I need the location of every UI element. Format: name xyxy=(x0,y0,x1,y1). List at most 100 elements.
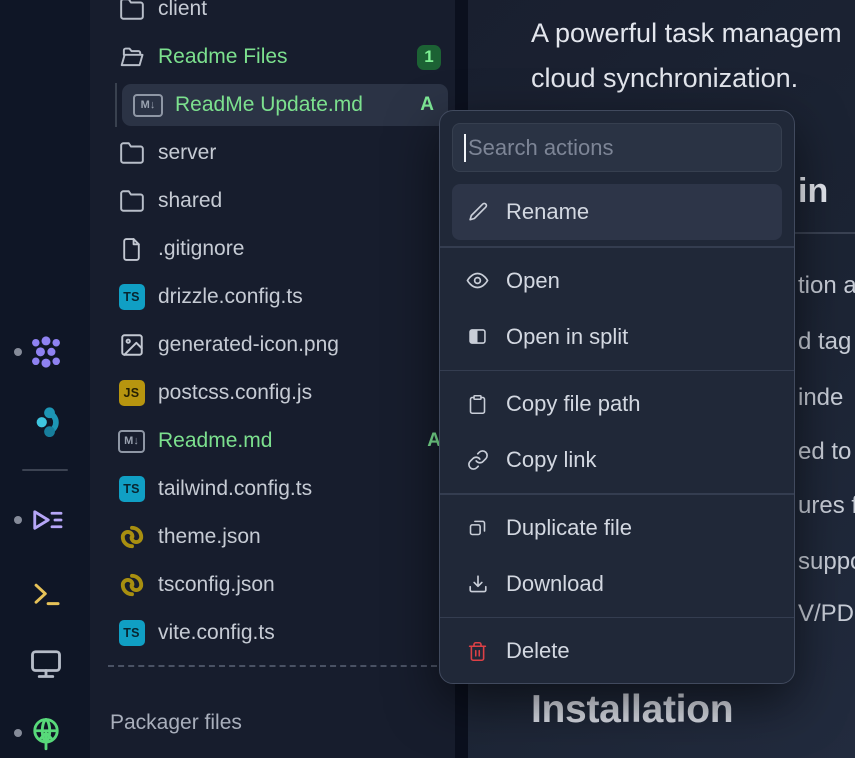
search-actions-input[interactable] xyxy=(453,135,781,161)
selected-file-highlight: M↓ ReadMe Update.md A xyxy=(122,84,448,126)
console-tool-button[interactable] xyxy=(24,498,68,542)
menu-item-open-in-split[interactable]: Open in split xyxy=(452,309,782,365)
shell-icon xyxy=(29,576,63,610)
shell-tool-button[interactable] xyxy=(24,571,68,615)
preview-bullet-fragment: tion a xyxy=(798,272,855,300)
file-name: server xyxy=(158,141,216,165)
tree-item-upm[interactable]: .upm xyxy=(90,745,455,758)
menu-item-label: Download xyxy=(506,571,604,597)
notification-dot xyxy=(14,348,22,356)
tree-item-shared[interactable]: shared xyxy=(90,177,455,225)
preview-bullet-fragment: d tag xyxy=(798,328,851,356)
file-name: ReadMe Update.md xyxy=(175,93,363,117)
preview-heading-rule xyxy=(795,232,855,234)
tree-item-gitignore[interactable]: .gitignore xyxy=(90,225,455,273)
changed-files-count-badge: 1 xyxy=(417,45,441,70)
file-tree-panel: client Readme Files 1 M↓ ReadMe Update.m… xyxy=(90,0,455,758)
globe-deploy-icon xyxy=(28,715,64,751)
console-icon xyxy=(28,502,64,538)
file-name: generated-icon.png xyxy=(158,333,339,357)
menu-item-label: Copy file path xyxy=(506,391,641,417)
javascript-icon: JS xyxy=(118,380,145,407)
file-name: tailwind.config.ts xyxy=(158,477,312,501)
installation-heading: Installation xyxy=(531,688,733,732)
tree-item-theme-json[interactable]: theme.json xyxy=(90,513,455,561)
image-icon xyxy=(118,332,145,359)
menu-item-download[interactable]: Download xyxy=(452,556,782,612)
typescript-icon: TS xyxy=(118,620,145,647)
tree-item-readme-files[interactable]: Readme Files 1 xyxy=(90,33,455,81)
folder-icon xyxy=(118,0,145,23)
menu-item-open[interactable]: Open xyxy=(452,253,782,309)
menu-item-rename[interactable]: Rename xyxy=(452,184,782,240)
monitor-icon xyxy=(28,645,64,681)
rail-divider xyxy=(22,469,68,471)
git-status-badge: A xyxy=(412,94,434,116)
indent-guide xyxy=(115,83,117,127)
agent-icon xyxy=(28,334,64,370)
file-name: Readme Files xyxy=(158,45,288,69)
menu-item-label: Delete xyxy=(506,638,570,664)
output-tool-button[interactable] xyxy=(24,641,68,685)
folder-icon xyxy=(118,188,145,215)
tree-item-client[interactable]: client xyxy=(90,0,455,33)
json-icon xyxy=(118,524,145,551)
tree-item-postcss-config[interactable]: JS postcss.config.js xyxy=(90,369,455,417)
notification-dot xyxy=(14,516,22,524)
pencil-icon xyxy=(466,201,489,224)
file-name: .gitignore xyxy=(158,237,244,261)
preview-bullet-fragment: ures f xyxy=(798,492,855,520)
markdown-icon: M↓ xyxy=(133,92,163,119)
folder-icon xyxy=(118,140,145,167)
menu-item-label: Copy link xyxy=(506,447,596,473)
split-icon xyxy=(466,325,489,348)
preview-bullet-fragment: suppo xyxy=(798,548,855,576)
file-tree: client Readme Files 1 M↓ ReadMe Update.m… xyxy=(90,0,455,758)
menu-search-box[interactable] xyxy=(452,123,782,172)
menu-item-label: Open xyxy=(506,268,560,294)
menu-divider xyxy=(440,617,794,619)
typescript-icon: TS xyxy=(118,284,145,311)
folder-open-icon xyxy=(118,44,145,71)
file-name: postcss.config.js xyxy=(158,381,312,405)
file-icon xyxy=(118,236,145,263)
tree-item-tsconfig-json[interactable]: tsconfig.json xyxy=(90,561,455,609)
json-icon xyxy=(118,572,145,599)
menu-item-duplicate-file[interactable]: Duplicate file xyxy=(452,500,782,556)
menu-item-label: Rename xyxy=(506,199,589,225)
text-cursor xyxy=(464,134,466,162)
typescript-icon: TS xyxy=(118,476,145,503)
assistant-tool-button[interactable] xyxy=(24,400,68,444)
preview-paragraph-line: cloud synchronization. xyxy=(531,63,798,94)
file-name: theme.json xyxy=(158,525,261,549)
tree-item-generated-icon[interactable]: generated-icon.png xyxy=(90,321,455,369)
tree-item-tailwind-config[interactable]: TS tailwind.config.ts xyxy=(90,465,455,513)
tree-item-drizzle-config[interactable]: TS drizzle.config.ts xyxy=(90,273,455,321)
tree-item-vite-config[interactable]: TS vite.config.ts xyxy=(90,609,455,657)
packager-files-section-label: Packager files xyxy=(90,667,455,745)
notification-dot xyxy=(14,729,22,737)
tree-item-readme-md[interactable]: M↓ Readme.md A xyxy=(90,417,455,465)
clipboard-icon xyxy=(466,393,489,416)
tree-item-server[interactable]: server xyxy=(90,129,455,177)
markdown-icon: M↓ xyxy=(118,428,145,455)
file-name: drizzle.config.ts xyxy=(158,285,303,309)
menu-divider xyxy=(440,493,794,495)
tree-item-readme-update[interactable]: M↓ ReadMe Update.md A xyxy=(90,81,455,129)
networking-tool-button[interactable] xyxy=(24,711,68,755)
preview-bullet-fragment: ed to xyxy=(798,438,851,466)
menu-item-copy-file-path[interactable]: Copy file path xyxy=(452,376,782,432)
replit-workspace: client Readme Files 1 M↓ ReadMe Update.m… xyxy=(0,0,855,758)
file-name: vite.config.ts xyxy=(158,621,275,645)
preview-heading-fragment: in xyxy=(798,172,828,211)
menu-item-delete[interactable]: Delete xyxy=(452,623,782,679)
trash-icon xyxy=(466,640,489,663)
git-status-badge: A xyxy=(419,430,441,452)
file-name: Readme.md xyxy=(158,429,272,453)
activity-bar xyxy=(0,0,90,758)
menu-item-copy-link[interactable]: Copy link xyxy=(452,432,782,488)
menu-divider xyxy=(440,370,794,372)
assistant-icon xyxy=(29,405,63,439)
agent-tool-button[interactable] xyxy=(24,330,68,374)
file-context-menu: Rename Open Open in split Copy file path xyxy=(439,110,795,684)
